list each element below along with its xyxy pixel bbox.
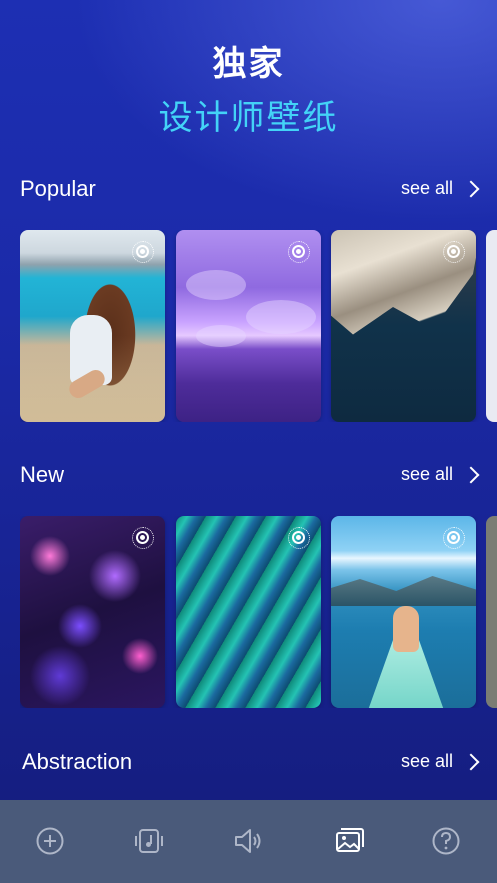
- tab-ringtones[interactable]: [132, 824, 166, 858]
- wallpaper-card[interactable]: [176, 516, 321, 708]
- tab-add[interactable]: [33, 824, 67, 858]
- section-title: Abstraction: [22, 749, 133, 774]
- see-all-label: see all: [400, 178, 453, 198]
- section-title: Popular: [20, 176, 96, 201]
- live-wallpaper-icon: [288, 241, 310, 263]
- add-circle-icon: [36, 827, 64, 855]
- wallpaper-gallery-icon: [336, 828, 364, 852]
- chevron-right-icon: [462, 753, 480, 770]
- wallpaper-card-peek[interactable]: [486, 516, 497, 708]
- wallpaper-card[interactable]: [176, 230, 321, 422]
- chevron-right-icon: [462, 180, 480, 197]
- wallpaper-card[interactable]: [331, 230, 476, 422]
- live-wallpaper-icon: [132, 527, 154, 549]
- tab-help[interactable]: [429, 824, 463, 858]
- wallpaper-card[interactable]: [20, 516, 165, 708]
- wallpaper-card-peek[interactable]: [486, 230, 497, 422]
- see-all-abstraction-button[interactable]: see all: [401, 751, 483, 772]
- section-title: New: [20, 462, 65, 487]
- see-all-new-button[interactable]: see all: [401, 464, 483, 485]
- live-wallpaper-icon: [443, 527, 465, 549]
- wallpaper-card[interactable]: [331, 516, 476, 708]
- hero-header: 独家 设计师壁纸: [0, 40, 497, 142]
- wallpaper-detail: [186, 270, 246, 300]
- wallpaper-card[interactable]: [20, 230, 165, 422]
- music-vibration-icon: [135, 829, 163, 853]
- section-new-header: New see all: [20, 462, 483, 492]
- tab-bar: [0, 800, 497, 883]
- section-popular-header: Popular see all: [20, 176, 483, 206]
- see-all-label: see all: [400, 464, 453, 484]
- popular-wallpaper-row[interactable]: [20, 230, 497, 422]
- wallpaper-detail: [331, 576, 476, 606]
- help-circle-icon: [432, 827, 460, 855]
- wallpaper-detail: [246, 300, 316, 334]
- hero-subtitle: 设计师壁纸: [158, 98, 339, 138]
- new-wallpaper-row[interactable]: [20, 516, 497, 708]
- tab-wallpapers[interactable]: [333, 824, 367, 858]
- wallpaper-detail: [393, 606, 419, 652]
- hero-title: 独家: [212, 44, 285, 84]
- live-wallpaper-icon: [132, 241, 154, 263]
- live-wallpaper-icon: [288, 527, 310, 549]
- chevron-right-icon: [462, 466, 480, 483]
- tab-sounds[interactable]: [231, 824, 265, 858]
- live-wallpaper-icon: [443, 241, 465, 263]
- see-all-label: see all: [400, 751, 453, 771]
- speaker-icon: [235, 829, 261, 853]
- see-all-popular-button[interactable]: see all: [401, 178, 483, 199]
- section-abstraction-header: Abstraction see all: [22, 749, 483, 779]
- wallpaper-detail: [196, 325, 246, 347]
